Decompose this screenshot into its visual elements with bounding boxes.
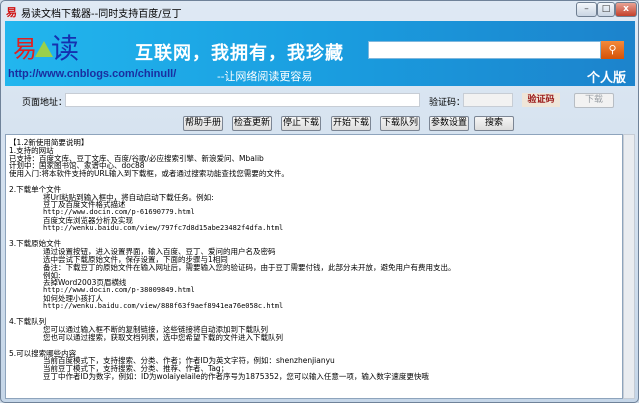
text-line: 【1.2新使用简要说明】 (9, 138, 89, 147)
text-line: http://wenku.baidu.com/view/797fc7d8d15a… (43, 223, 284, 232)
header-banner: 易 读 http://www.cnblogs.com/chinull/ 互联网，… (5, 21, 635, 86)
settings-button[interactable]: 参数设置 (429, 116, 469, 131)
logo-icon: 易 (13, 35, 37, 63)
text-line (9, 178, 622, 186)
text-line: http://wenku.baidu.com/view/888f63f9aef8… (43, 301, 284, 310)
close-button[interactable]: x (615, 2, 637, 17)
subslogan: --让网络阅读更容易 (217, 70, 313, 83)
captcha-label: 验证码： (429, 98, 466, 108)
minimize-button[interactable]: – (576, 2, 597, 17)
download-button[interactable]: 下载 (574, 93, 614, 108)
search-tool-button[interactable]: 搜索 (474, 116, 514, 131)
text-line (9, 311, 622, 319)
url-label: 页面地址： (22, 98, 68, 108)
url-input[interactable] (65, 93, 420, 107)
search-button[interactable]: ⚲ (601, 41, 624, 59)
captcha-image[interactable]: 验证码 (522, 93, 560, 107)
maximize-button[interactable]: □ (597, 2, 615, 17)
app-icon: 易 (6, 6, 17, 19)
start-download-button[interactable]: 开始下载 (331, 116, 371, 131)
slogan: 互联网，我拥有，我珍藏 (135, 43, 344, 64)
window-title: 易读文档下载器--同时支持百度/豆丁 (21, 9, 182, 20)
homepage-link[interactable]: http://www.cnblogs.com/chinull/ (8, 68, 176, 80)
text-line: 使用入门:将本软件支持的URL输入到下载框，或者通过搜索功能查找您需要的文件。 (9, 169, 289, 179)
check-update-button[interactable]: 检查更新 (232, 116, 272, 131)
magnifier-icon: ⚲ (608, 43, 617, 56)
edition-label: 个人版 (587, 71, 627, 86)
captcha-input[interactable] (463, 93, 513, 107)
download-queue-button[interactable]: 下载队列 (380, 116, 420, 131)
logo-read-icon: 读 (51, 32, 80, 65)
text-line: 豆丁中作者ID为数字，例如：ID为wolaiyelaile的作者序号为18753… (43, 371, 429, 381)
text-line: 备注：下载豆丁的原始文件在输入网址后，需要输入您的验证码，由于豆丁需要付钱，此部… (43, 262, 456, 272)
instructions-textarea[interactable]: 【1.2新使用简要说明】 1.支持的网站 已支持：百度文库、豆丁文库、百度/谷歌/必… (5, 134, 623, 399)
vertical-scrollbar[interactable] (623, 134, 635, 399)
text-line (9, 342, 622, 350)
app-window: 易 易读文档下载器--同时支持百度/豆丁 – □ x 易 读 http://ww… (0, 0, 639, 403)
help-manual-button[interactable]: 帮助手册 (183, 116, 223, 131)
text-line (9, 233, 622, 241)
text-line: 您也可以通过搜索，获取文档列表，选中您希望下载的文件进入下载队列 (43, 332, 283, 342)
stop-download-button[interactable]: 停止下载 (281, 116, 321, 131)
search-input[interactable] (368, 41, 601, 59)
title-bar[interactable]: 易 易读文档下载器--同时支持百度/豆丁 – □ x (1, 1, 638, 21)
